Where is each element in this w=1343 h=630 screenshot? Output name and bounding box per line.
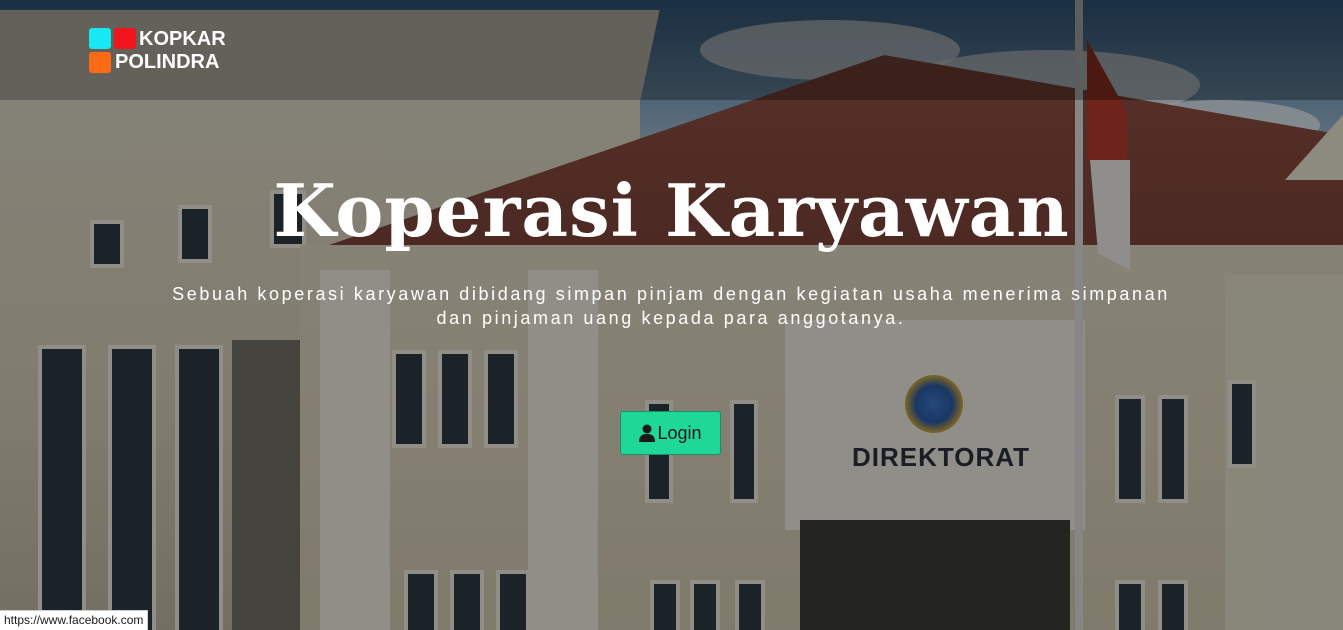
user-icon: [639, 424, 656, 442]
hero-subtitle: Sebuah koperasi karyawan dibidang simpan…: [172, 284, 1170, 328]
login-button-label: Login: [657, 422, 702, 443]
logo-orange-square: [89, 52, 111, 73]
status-bar-url: https://www.facebook.com: [0, 610, 149, 630]
brand-logo[interactable]: KOPKAR POLINDRA: [89, 28, 249, 74]
brand-name-line2: POLINDRA: [115, 51, 220, 73]
logo-cyan-square: [89, 28, 111, 49]
hero-section: DIREKTORAT KOPKAR POLINDRA Koperasi Kary…: [0, 0, 1343, 630]
logo-red-square: [114, 28, 136, 49]
hero-title: Koperasi Karyawan: [273, 168, 1070, 253]
login-button[interactable]: Login: [620, 411, 721, 455]
brand-name-line1: KOPKAR: [139, 28, 226, 50]
